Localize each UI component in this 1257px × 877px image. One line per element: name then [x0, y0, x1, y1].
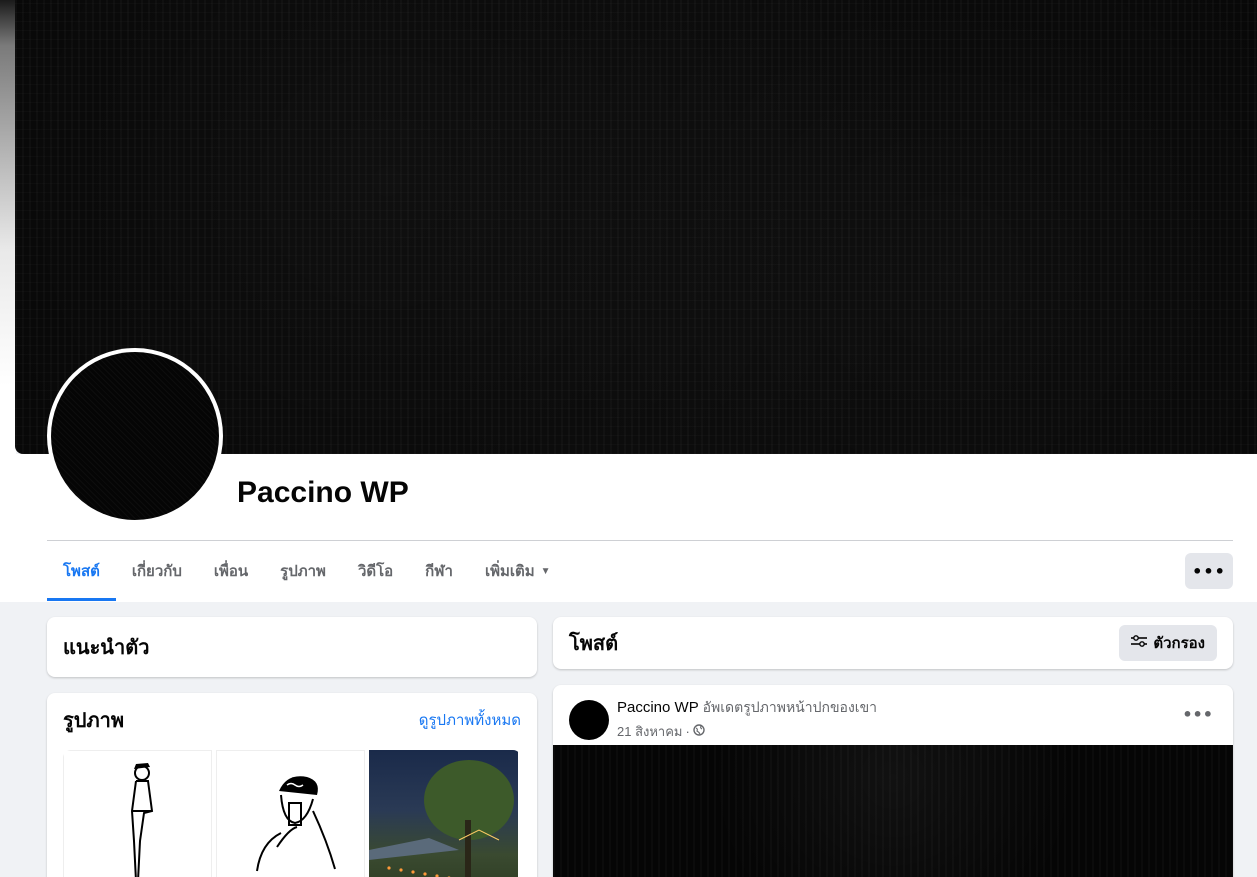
photos-header: รูปภาพ ดูรูปภาพทั้งหมด	[63, 707, 521, 733]
more-options-button[interactable]: •••	[1185, 553, 1233, 589]
tab-photos[interactable]: รูปภาพ	[264, 541, 342, 601]
globe-icon	[693, 724, 705, 739]
tab-label: กีฬา	[425, 563, 453, 580]
profile-tabs: โพสต์ เกี่ยวกับ เพื่อน รูปภาพ วิดีโอ กีฬ…	[47, 541, 567, 601]
avatar[interactable]	[569, 699, 609, 740]
photo-thumbnail[interactable]	[63, 750, 212, 877]
tab-label: เพื่อน	[213, 563, 249, 580]
photo-thumbnail[interactable]	[369, 750, 518, 877]
tab-sports[interactable]: กีฬา	[409, 541, 469, 601]
drinking-person-drawing	[256, 776, 336, 872]
see-all-photos-link[interactable]: ดูรูปภาพทั้งหมด	[419, 708, 521, 732]
tab-label: รูปภาพ	[280, 563, 326, 580]
caret-down-icon: ▼	[540, 565, 551, 577]
tab-label: โพสต์	[63, 563, 100, 580]
posts-header-card: โพสต์ ตัวกรอง	[553, 617, 1233, 669]
photo-thumbnail[interactable]	[216, 750, 365, 877]
tab-videos[interactable]: วิดีโอ	[342, 541, 409, 601]
photos-title: รูปภาพ	[63, 710, 125, 732]
post-headline: Paccino WP อัพเดตรูปภาพหน้าปกของเขา	[617, 697, 877, 719]
post-options-button[interactable]: •••	[1182, 705, 1213, 724]
separator: ·	[685, 724, 690, 739]
posts-title: โพสต์	[569, 633, 619, 655]
profile-picture[interactable]	[47, 348, 223, 524]
tab-about[interactable]: เกี่ยวกับ	[116, 541, 198, 601]
tab-friends[interactable]: เพื่อน	[198, 541, 264, 601]
profile-picture-image	[51, 352, 219, 520]
filter-sliders-icon	[1131, 634, 1148, 652]
post-action-text: อัพเดตรูปภาพหน้าปกของเขา	[702, 699, 877, 715]
post-author-link[interactable]: Paccino WP	[617, 699, 698, 716]
tab-label: เพิ่มเติม	[484, 563, 535, 580]
photos-card: รูปภาพ ดูรูปภาพทั้งหมด	[47, 693, 537, 877]
intro-title: แนะนำตัว	[63, 637, 150, 659]
camping-night-photo	[369, 760, 514, 877]
filter-button[interactable]: ตัวกรอง	[1119, 625, 1217, 661]
photo-grid	[63, 750, 521, 877]
standing-person-drawing	[130, 763, 154, 877]
filter-label: ตัวกรอง	[1153, 635, 1205, 652]
profile-name: Paccino WP	[237, 476, 409, 509]
intro-card: แนะนำตัว	[47, 617, 537, 677]
tab-label: วิดีโอ	[357, 563, 394, 580]
post-meta: Paccino WP อัพเดตรูปภาพหน้าปกของเขา 21 ส…	[617, 697, 877, 742]
post-image[interactable]	[553, 745, 1233, 877]
post-header: Paccino WP อัพเดตรูปภาพหน้าปกของเขา 21 ส…	[569, 697, 877, 742]
post-date-link[interactable]: 21 สิงหาคม	[617, 721, 683, 742]
tab-more[interactable]: เพิ่มเติม ▼	[469, 541, 567, 601]
window-edge	[0, 0, 16, 454]
post-subline: 21 สิงหาคม ·	[617, 721, 877, 742]
post-card: Paccino WP อัพเดตรูปภาพหน้าปกของเขา 21 ส…	[553, 685, 1233, 877]
tab-label: เกี่ยวกับ	[131, 563, 182, 580]
tab-posts[interactable]: โพสต์	[47, 541, 116, 601]
